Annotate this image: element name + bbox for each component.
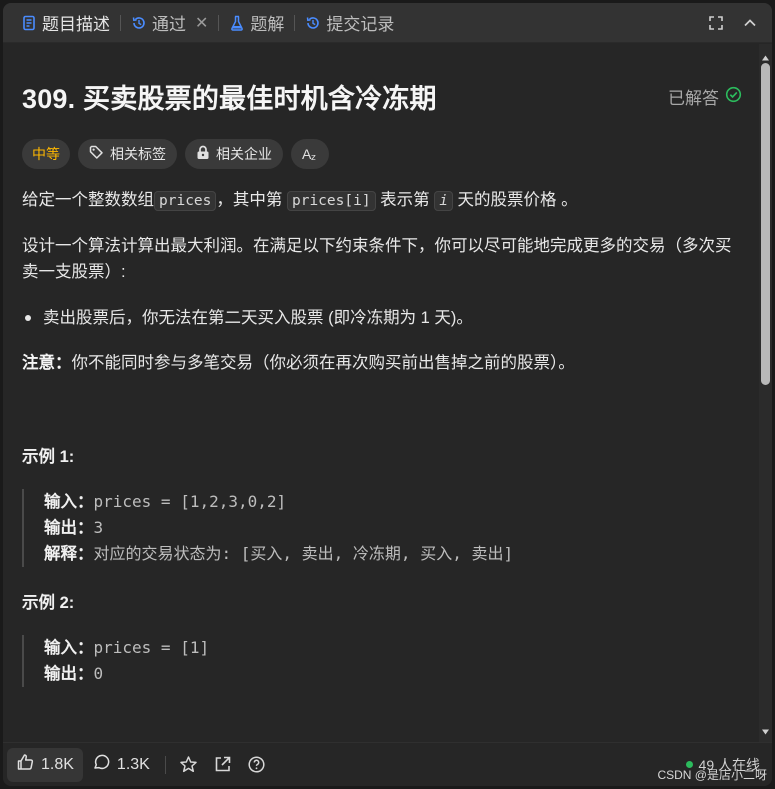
example-title: 示例 1:: [22, 448, 75, 466]
inline-code: prices: [154, 191, 217, 211]
scrollbar-thumb[interactable]: [761, 63, 770, 385]
difficulty-badge[interactable]: 中等: [22, 139, 70, 169]
tag-icon: [89, 145, 104, 163]
tab-label: 提交记录: [326, 15, 395, 34]
tab-divider: [120, 14, 121, 31]
tab-label: 通过: [152, 15, 186, 34]
example-block: 输入： prices = [1] 输出： 0: [22, 635, 742, 687]
example-output: 3: [93, 518, 104, 537]
description-icon: [21, 15, 37, 31]
problem-title: 309. 买卖股票的最佳时机含冷冻期: [22, 84, 437, 114]
like-count: 1.8K: [41, 755, 74, 773]
tab-label: 题解: [250, 15, 285, 34]
share-icon[interactable]: [206, 748, 240, 782]
collapse-icon[interactable]: [738, 11, 762, 35]
fullscreen-icon[interactable]: [704, 11, 728, 35]
divider: [164, 755, 166, 774]
example-title: 示例 2:: [22, 594, 75, 612]
example-explanation: 对应的交易状态为: [买入, 卖出, 冷冻期, 买入, 卖出]: [93, 544, 514, 563]
tab-divider: [218, 14, 220, 31]
tab-submissions[interactable]: 提交记录: [299, 9, 400, 37]
comment-icon: [92, 753, 110, 776]
tab-accepted[interactable]: 通过 ✕: [125, 9, 214, 37]
example-input: prices = [1]: [93, 638, 210, 657]
tag-row: 中等 相关标签 相关企业 Az: [22, 139, 742, 169]
help-icon[interactable]: [240, 748, 274, 782]
translate-icon[interactable]: Az: [291, 139, 329, 169]
scroll-down-icon[interactable]: [761, 723, 770, 735]
constraint-list-item: 卖出股票后，你无法在第二天买入股票 (即冷冻期为 1 天)。: [22, 305, 742, 331]
description-paragraph: 给定一个整数数组 prices ，其中第 prices[i] 表示第 i 天的股票价…: [22, 191, 578, 211]
example-input: prices = [1,2,3,0,2]: [93, 492, 287, 511]
check-circle-icon: [725, 86, 742, 108]
inline-code: prices[i]: [286, 191, 376, 211]
comment-count: 1.3K: [116, 755, 150, 773]
related-companies-button[interactable]: 相关企业: [185, 139, 283, 169]
watermark: CSDN @是店小二呀: [657, 768, 767, 782]
close-icon[interactable]: ✕: [195, 13, 208, 33]
related-tags-button[interactable]: 相关标签: [78, 139, 177, 169]
problem-panel: 题目描述 通过 ✕ 题解 提交记录 309. 买卖股票的最佳时机含冷冻期 已解答…: [3, 3, 772, 786]
history-icon: [131, 15, 147, 31]
thumbs-up-icon: [16, 753, 34, 776]
tab-divider: [294, 14, 296, 31]
comments-button[interactable]: 1.3K: [83, 748, 159, 782]
solved-status: 已解答: [668, 84, 742, 109]
star-icon[interactable]: [172, 748, 206, 782]
svg-text:z: z: [311, 153, 316, 162]
inline-code: i: [434, 191, 453, 211]
like-button[interactable]: 1.8K: [7, 747, 83, 782]
flask-icon: [229, 15, 245, 31]
description-paragraph: 设计一个算法计算出最大利润。在满足以下约束条件下，你可以尽可能地完成更多的交易（…: [22, 237, 732, 281]
scroll-up-icon[interactable]: [761, 49, 770, 61]
example-output: 0: [93, 664, 104, 683]
tab-solutions[interactable]: 题解: [223, 9, 290, 37]
note-paragraph: 注意：你不能同时参与多笔交易（你必须在再次购买前出售掉之前的股票）。: [22, 354, 575, 372]
tab-description[interactable]: 题目描述: [15, 9, 116, 37]
bullet: [25, 315, 31, 321]
lock-icon: [196, 145, 210, 163]
tab-label: 题目描述: [42, 15, 110, 34]
history-icon: [305, 15, 321, 31]
example-block: 输入： prices = [1,2,3,0,2] 输出： 3 解释： 对应的交易状态为…: [22, 489, 742, 567]
tab-bar: 题目描述 通过 ✕ 题解 提交记录: [3, 3, 772, 43]
problem-content: 309. 买卖股票的最佳时机含冷冻期 已解答 中等 相关标签 相关企业 A z …: [3, 44, 760, 742]
